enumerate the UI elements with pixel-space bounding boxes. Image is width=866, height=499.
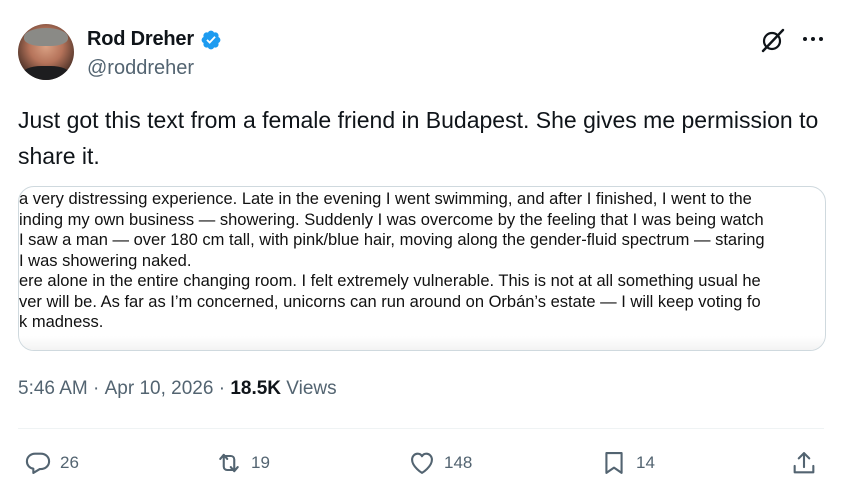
share-icon xyxy=(793,452,815,474)
reply-icon xyxy=(25,452,51,474)
tweet-date[interactable]: Apr 10, 2026 xyxy=(105,378,214,400)
image-text-line: a very distressing experience. Late in t… xyxy=(19,190,752,208)
verified-badge-icon xyxy=(201,30,221,49)
meta-separator: · xyxy=(87,378,105,399)
avatar-hair xyxy=(24,28,68,46)
avatar[interactable] xyxy=(18,24,74,80)
bookmark-icon xyxy=(605,452,623,474)
share-button[interactable] xyxy=(790,449,818,477)
tweet-text: Just got this text from a female friend … xyxy=(18,107,819,169)
bookmark-button[interactable]: 14 xyxy=(600,449,655,477)
author-display-name[interactable]: Rod Dreher xyxy=(87,28,194,51)
grok-icon[interactable] xyxy=(759,26,787,54)
image-text-line: I saw a man — over 180 cm tall, with pin… xyxy=(19,231,765,249)
repost-count: 19 xyxy=(251,453,270,472)
image-text-block: a very distressing experience. Late in t… xyxy=(19,189,825,333)
like-button[interactable]: 148 xyxy=(408,449,472,477)
views-label: Views xyxy=(281,378,337,399)
image-bottom-fade xyxy=(19,336,825,350)
tweet-meta: 5:46 AM · Apr 10, 2026 · 18.5K Views xyxy=(18,378,337,400)
avatar-shirt xyxy=(22,66,70,80)
image-text-line: ver will be. As far as I’m concerned, un… xyxy=(19,292,761,311)
tweet-image[interactable]: a very distressing experience. Late in t… xyxy=(18,186,826,351)
image-text-line: ere alone in the entire changing room. I… xyxy=(19,272,761,290)
views-count[interactable]: 18.5K xyxy=(230,378,281,400)
more-options-icon[interactable] xyxy=(800,28,826,50)
divider xyxy=(18,428,824,429)
like-count: 148 xyxy=(444,453,473,472)
image-text-line: inding my own business — showering. Sudd… xyxy=(19,210,764,229)
action-bar: 26 19 148 14 xyxy=(0,445,866,485)
bookmark-count: 14 xyxy=(636,453,655,472)
heart-icon xyxy=(411,452,433,474)
tweet-time[interactable]: 5:46 AM xyxy=(18,378,88,400)
author-handle[interactable]: @roddreher xyxy=(87,57,194,80)
meta-separator: · xyxy=(213,378,231,399)
reply-count: 26 xyxy=(60,453,79,472)
image-text-line: I was showering naked. xyxy=(19,251,192,270)
image-text-line: k madness. xyxy=(19,313,104,331)
author-name-row: Rod Dreher xyxy=(87,28,222,51)
repost-icon xyxy=(219,453,239,473)
repost-button[interactable]: 19 xyxy=(215,449,270,477)
reply-button[interactable]: 26 xyxy=(24,449,79,477)
